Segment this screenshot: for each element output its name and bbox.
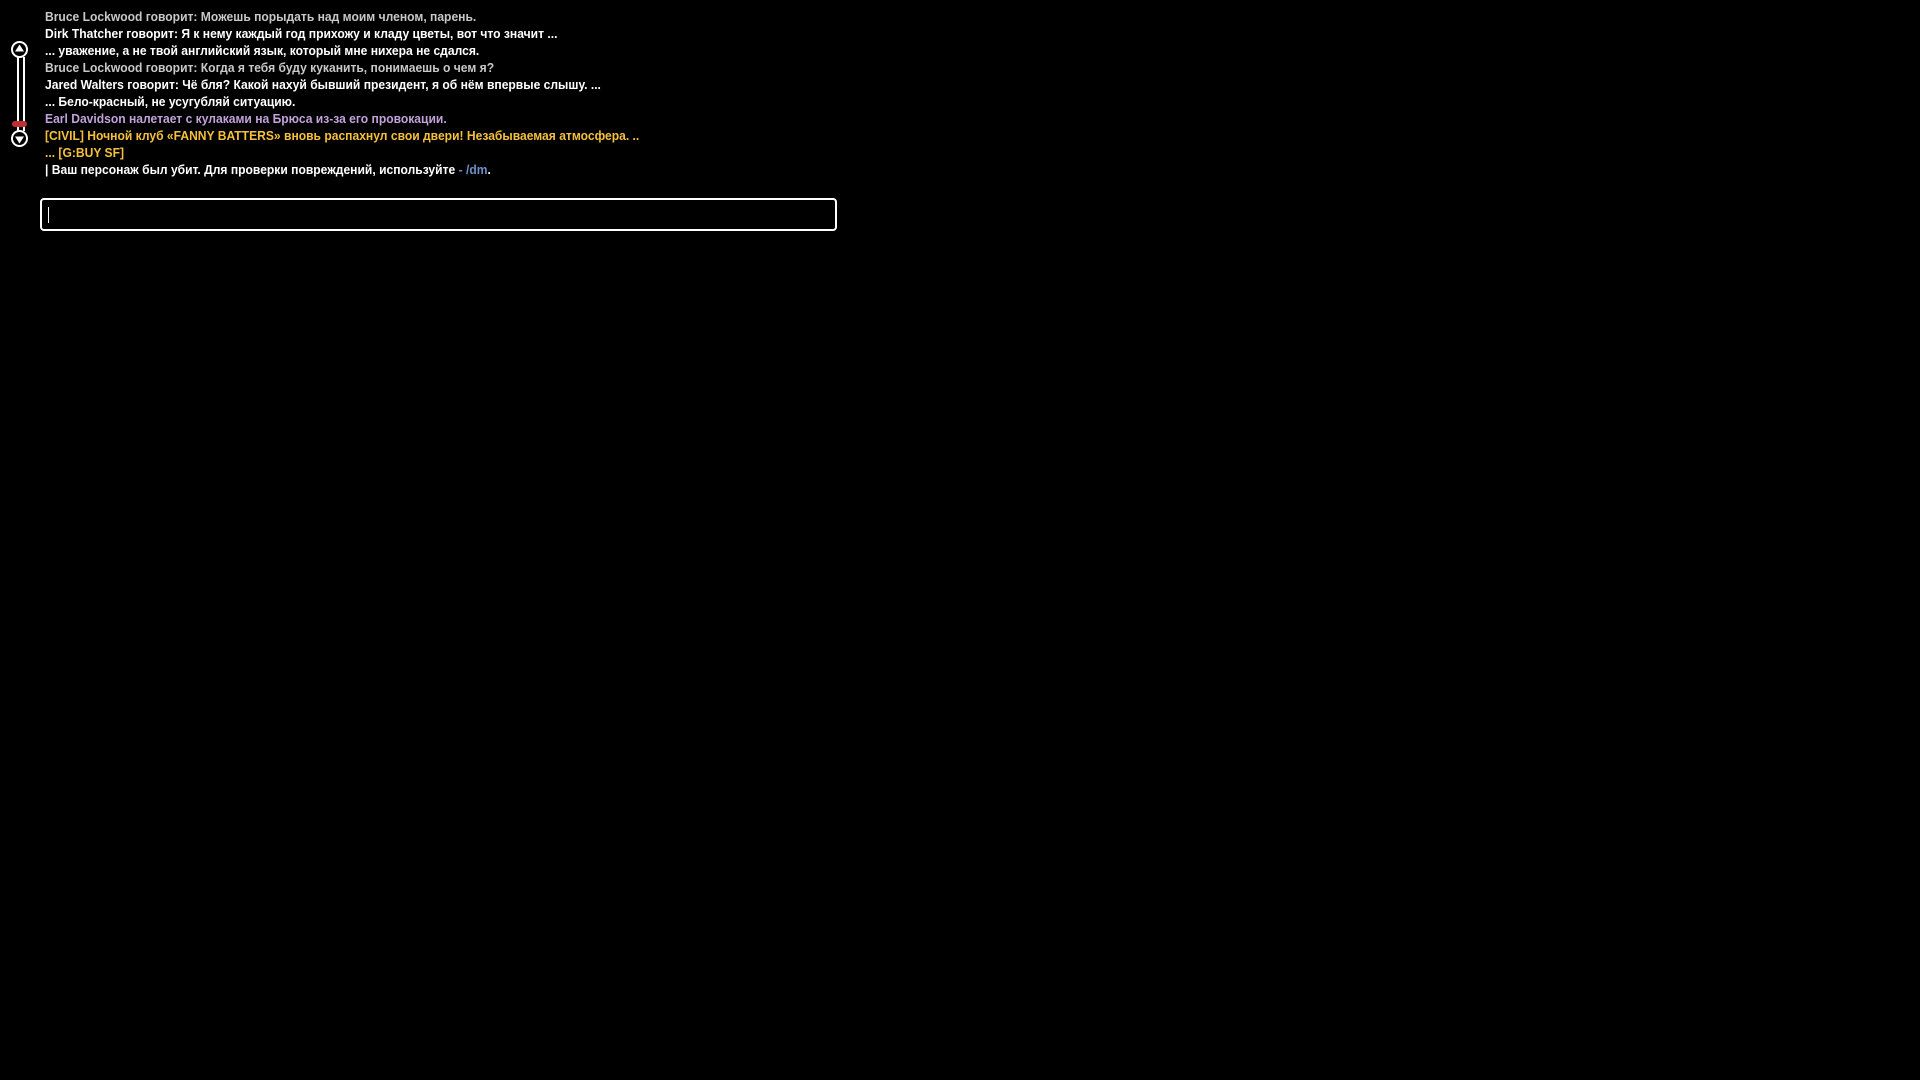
chat-scrollbar[interactable] [10,40,29,148]
chat-line-civil-ad: ... [G:BUY SF] [45,146,125,160]
death-notice-text: | Ваш персонаж был убит. Для проверки по… [45,163,456,177]
scroll-up-button[interactable] [10,40,29,59]
chat-line-action: Earl Davidson налетает с кулаками на Брю… [45,112,447,126]
death-notice-period: . [487,163,491,177]
chat-line: Bruce Lockwood говорит: Можешь порыдать … [45,10,477,24]
arrow-down-icon [11,130,28,147]
scroll-thumb-shape [12,121,27,127]
scroll-track[interactable] [17,57,25,131]
chat-line: Dirk Thatcher говорит: Я к нему каждый г… [45,27,558,41]
scroll-down-button[interactable] [10,129,29,148]
chat-line-civil-ad: [CIVIL] Ночной клуб «FANNY BATTERS» внов… [45,129,640,143]
scroll-thumb[interactable] [12,112,27,127]
chat-line: Bruce Lockwood говорит: Когда я тебя буд… [45,61,495,75]
arrow-up-icon [11,41,28,58]
chat-line: Jared Walters говорит: Чё бля? Какой нах… [45,78,601,92]
chat-line: ... уважение, а не твой английский язык,… [45,44,480,58]
death-notice-dash: - [455,163,466,177]
chat-input[interactable] [40,198,837,231]
text-caret [48,207,49,223]
death-notice: | Ваш персонаж был убит. Для проверки по… [45,162,909,179]
dm-command: /dm [465,163,488,177]
chat-line: ... Бело-красный, не усугубляй ситуацию. [45,95,296,109]
chat-log: Bruce Lockwood говорит: Можешь порыдать … [45,9,945,179]
